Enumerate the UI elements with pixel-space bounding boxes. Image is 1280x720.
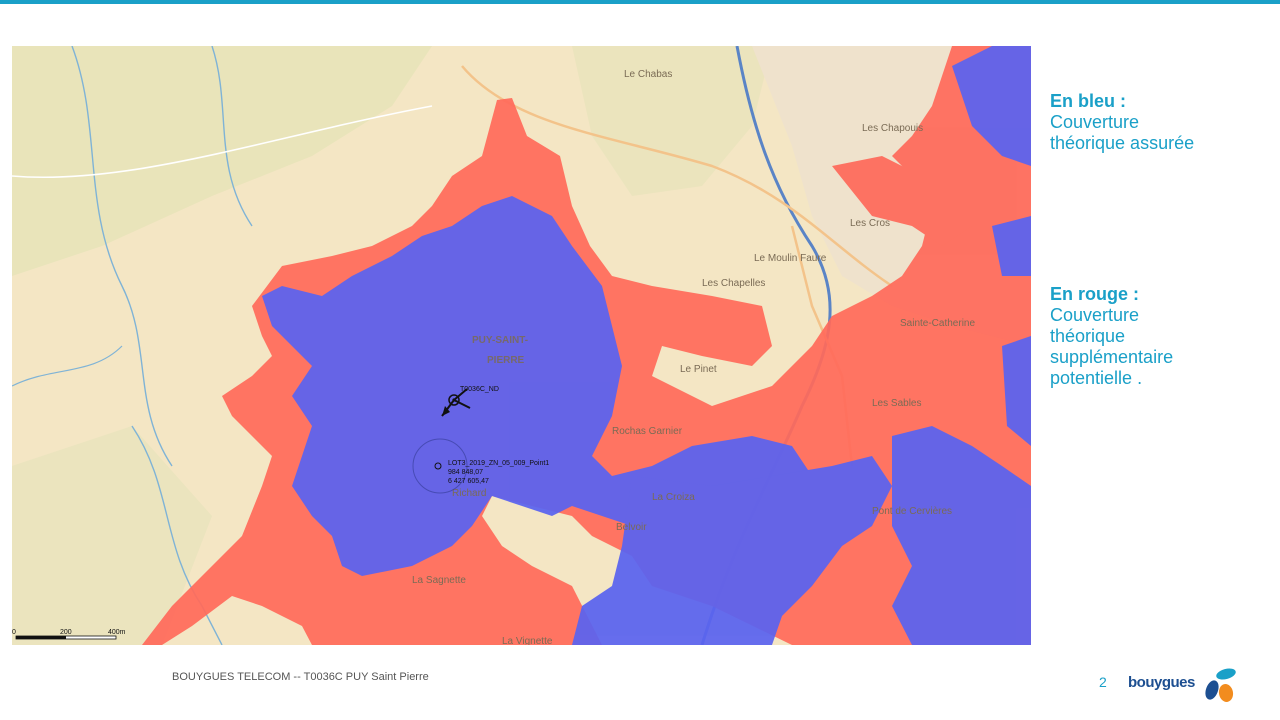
- legend-blue: En bleu : Couverture théorique assurée: [1050, 91, 1270, 154]
- legend-red-line-2: théorique: [1050, 326, 1126, 346]
- legend-red-title: En rouge :: [1050, 284, 1139, 304]
- point-label-y: 6 427 605,47: [448, 478, 489, 485]
- place-label-le-pinet: Le Pinet: [680, 364, 717, 375]
- legend-red-line-4: potentielle .: [1050, 368, 1143, 388]
- legend-blue-title: En bleu :: [1050, 91, 1126, 111]
- top-accent-bar: [0, 0, 1280, 4]
- legend-blue-line-2: théorique assurée: [1050, 133, 1195, 153]
- place-label-le-chabas: Le Chabas: [624, 69, 672, 80]
- logo-icon: [1205, 668, 1236, 702]
- place-label-la-sagnette: La Sagnette: [412, 575, 466, 586]
- scale-label-0: 0: [12, 629, 16, 636]
- place-label-la-vignette: La Vignette: [502, 636, 553, 645]
- place-label-le-moulin-faure: Le Moulin Faure: [754, 253, 827, 264]
- town-label-2: PIERRE: [487, 355, 525, 366]
- legend-red-line-3: supplémentaire: [1050, 347, 1174, 367]
- point-label-x: 984 848,07: [448, 469, 483, 476]
- place-label-richard: Richard: [452, 488, 486, 499]
- page-number: 2: [1099, 674, 1107, 690]
- place-label-la-croiza: La Croiza: [652, 492, 695, 503]
- town-label-1: PUY-SAINT-: [472, 335, 528, 346]
- coverage-map[interactable]: PUY-SAINT- PIERRE Le Chabas Les Chapouis…: [12, 46, 1031, 645]
- place-label-belvoir: Belvoir: [616, 522, 647, 533]
- scale-label-400: 400m: [108, 629, 126, 636]
- scale-bar-black: [16, 636, 66, 639]
- bouygues-logo: bouygues: [1128, 666, 1238, 706]
- scale-label-200: 200: [60, 629, 72, 636]
- logo-wordmark: bouygues: [1128, 674, 1195, 691]
- place-label-les-chapouis: Les Chapouis: [862, 123, 923, 134]
- site-label: T0036C_ND: [460, 386, 499, 393]
- legend-blue-line-1: Couverture: [1050, 112, 1140, 132]
- footer-text: BOUYGUES TELECOM -- T0036C PUY Saint Pie…: [172, 671, 429, 683]
- place-label-les-chapelles: Les Chapelles: [702, 278, 765, 289]
- place-label-rochas-garnier: Rochas Garnier: [612, 426, 683, 437]
- legend-red: En rouge : Couverture théorique suppléme…: [1050, 284, 1270, 389]
- place-label-pont-de-cervieres: Pont de Cervières: [872, 506, 952, 517]
- legend-red-line-1: Couverture: [1050, 305, 1140, 325]
- place-label-les-cros: Les Cros: [850, 218, 890, 229]
- map-canvas: PUY-SAINT- PIERRE Le Chabas Les Chapouis…: [12, 46, 1031, 645]
- place-label-les-sables: Les Sables: [872, 398, 921, 409]
- point-label-name: LOT3_2019_ZN_05_009_Point1: [448, 460, 549, 467]
- place-label-sainte-catherine: Sainte-Catherine: [900, 318, 975, 329]
